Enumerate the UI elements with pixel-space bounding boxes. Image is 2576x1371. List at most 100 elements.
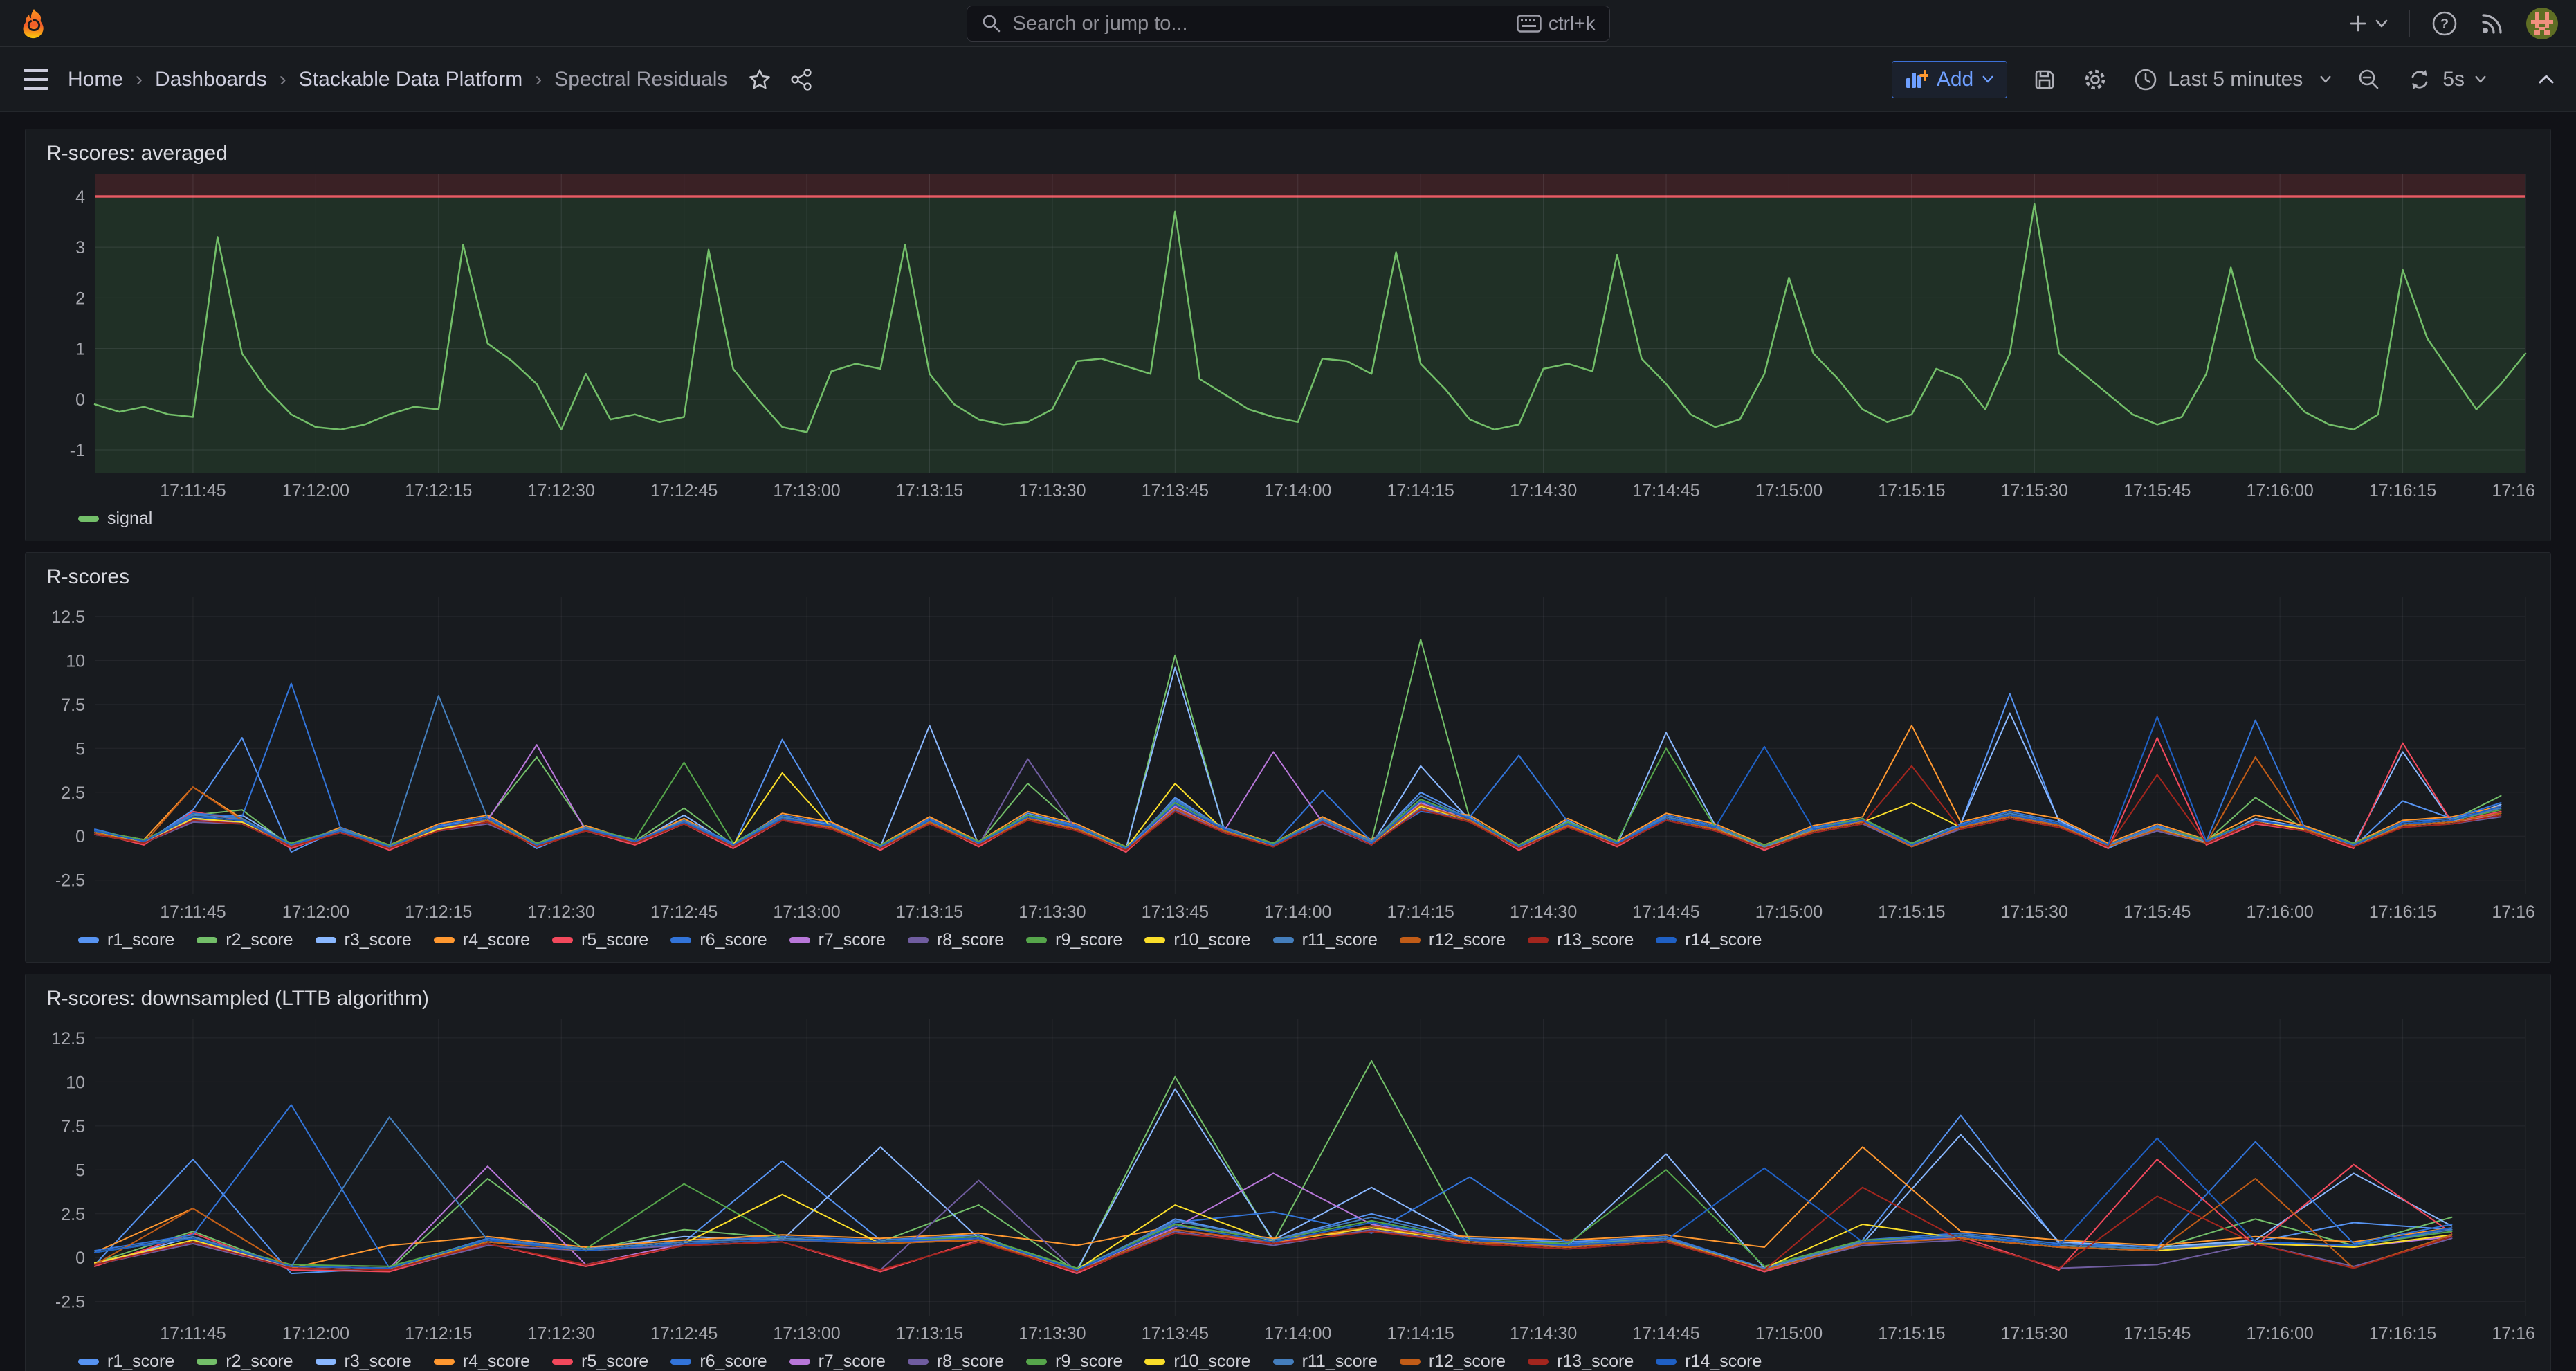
- dashboard-grid: R-scores: averaged 17:11:4517:12:0017:12…: [0, 112, 2576, 1371]
- breadcrumb-home[interactable]: Home: [68, 68, 123, 91]
- svg-text:17:14:00: 17:14:00: [1264, 481, 1331, 500]
- legend-item[interactable]: r1_score: [78, 930, 174, 950]
- svg-text:17:13:45: 17:13:45: [1142, 902, 1209, 922]
- legend-series-label: r12_score: [1429, 1352, 1506, 1371]
- search-input[interactable]: [1013, 12, 1506, 35]
- svg-text:17:13:15: 17:13:15: [896, 1324, 963, 1343]
- favorite-button[interactable]: [748, 68, 771, 91]
- legend-series-color: [434, 1359, 455, 1365]
- chevron-up-icon: [2537, 73, 2555, 86]
- gear-icon: [2082, 66, 2108, 93]
- legend-series-color: [1400, 937, 1421, 943]
- svg-text:17:14:45: 17:14:45: [1632, 481, 1699, 500]
- star-icon: [748, 68, 771, 91]
- legend-item[interactable]: r13_score: [1528, 930, 1634, 950]
- legend-item[interactable]: r2_score: [197, 930, 293, 950]
- legend-item[interactable]: r10_score: [1144, 1352, 1250, 1371]
- legend-item[interactable]: r7_score: [789, 1352, 886, 1371]
- timeseries-chart-averaged[interactable]: 17:11:4517:12:0017:12:1517:12:3017:12:45…: [39, 167, 2537, 503]
- legend-item[interactable]: r6_score: [670, 930, 767, 950]
- legend-item[interactable]: r10_score: [1144, 930, 1250, 950]
- panel-rscores: R-scores 17:11:4517:12:0017:12:1517:12:3…: [25, 552, 2551, 963]
- legend-item[interactable]: r3_score: [316, 1352, 412, 1371]
- legend-item[interactable]: r1_score: [78, 1352, 174, 1371]
- legend-item[interactable]: r8_score: [908, 1352, 1004, 1371]
- legend-series-label: r11_score: [1302, 930, 1378, 950]
- legend-item[interactable]: r7_score: [789, 930, 886, 950]
- svg-text:12.5: 12.5: [51, 1029, 85, 1048]
- legend-item[interactable]: r8_score: [908, 930, 1004, 950]
- panel-title[interactable]: R-scores: averaged: [46, 142, 2537, 165]
- legend-item[interactable]: r9_score: [1026, 1352, 1122, 1371]
- svg-text:17:15:00: 17:15:00: [1755, 481, 1823, 500]
- svg-text:17:16:00: 17:16:00: [2246, 481, 2313, 500]
- svg-text:17:12:15: 17:12:15: [405, 1324, 472, 1343]
- legend-series-color: [197, 937, 217, 943]
- breadcrumb-folder[interactable]: Stackable Data Platform: [299, 68, 522, 91]
- chevron-down-icon: [2474, 75, 2487, 84]
- legend-item[interactable]: r3_score: [316, 930, 412, 950]
- legend-series-color: [1400, 1359, 1421, 1365]
- time-range-picker[interactable]: Last 5 minutes: [2133, 67, 2332, 92]
- help-icon: ?: [2431, 10, 2458, 37]
- news-button[interactable]: [2479, 10, 2505, 37]
- mega-menu-toggle[interactable]: [21, 66, 51, 93]
- chevron-down-icon: [2319, 75, 2332, 84]
- legend-item[interactable]: r11_score: [1273, 930, 1378, 950]
- search-shortcut: ctrl+k: [1517, 12, 1596, 35]
- legend-item[interactable]: r4_score: [434, 1352, 530, 1371]
- legend-item[interactable]: r12_score: [1400, 1352, 1506, 1371]
- legend-item[interactable]: r5_score: [552, 1352, 648, 1371]
- svg-text:17:12:30: 17:12:30: [528, 1324, 595, 1343]
- legend-item[interactable]: r14_score: [1656, 1352, 1762, 1371]
- global-search[interactable]: ctrl+k: [967, 6, 1610, 42]
- add-panel-button[interactable]: Add: [1892, 61, 2007, 98]
- breadcrumb-separator: ›: [535, 68, 542, 91]
- svg-text:17:14:45: 17:14:45: [1632, 902, 1699, 922]
- timeseries-chart-rscores[interactable]: 17:11:4517:12:0017:12:1517:12:3017:12:45…: [39, 590, 2537, 925]
- svg-text:17:13:45: 17:13:45: [1142, 1324, 1209, 1343]
- share-button[interactable]: [789, 68, 813, 91]
- save-dashboard-button[interactable]: [2032, 67, 2057, 92]
- legend-series-color: [908, 1359, 929, 1365]
- breadcrumb-dashboards[interactable]: Dashboards: [155, 68, 267, 91]
- legend-series-color: [1528, 1359, 1549, 1365]
- legend-series-color: [1528, 937, 1549, 943]
- breadcrumb-current-dashboard: Spectral Residuals: [554, 68, 727, 91]
- svg-text:17:12:30: 17:12:30: [528, 481, 595, 500]
- timeseries-chart-downsampled[interactable]: 17:11:4517:12:0017:12:1517:12:3017:12:45…: [39, 1012, 2537, 1346]
- legend-item[interactable]: r6_score: [670, 1352, 767, 1371]
- legend-series-color: [552, 937, 573, 943]
- refresh-button[interactable]: 5s: [2406, 66, 2487, 93]
- legend-item[interactable]: r12_score: [1400, 930, 1506, 950]
- new-menu-button[interactable]: [2347, 12, 2388, 35]
- legend-item[interactable]: r9_score: [1026, 930, 1122, 950]
- svg-text:17:13:15: 17:13:15: [896, 481, 963, 500]
- svg-text:17:13:30: 17:13:30: [1018, 902, 1086, 922]
- collapse-toolbar-button[interactable]: [2537, 73, 2555, 86]
- grafana-logo[interactable]: [18, 8, 50, 39]
- svg-text:17:13:00: 17:13:00: [773, 902, 840, 922]
- svg-text:17:12:00: 17:12:00: [282, 481, 349, 500]
- svg-text:0: 0: [75, 827, 85, 846]
- legend-item[interactable]: r2_score: [197, 1352, 293, 1371]
- grafana-flame-icon: [18, 8, 50, 39]
- help-button[interactable]: ?: [2431, 10, 2458, 37]
- svg-text:1: 1: [75, 340, 85, 359]
- legend-item[interactable]: r4_score: [434, 930, 530, 950]
- user-avatar[interactable]: [2526, 8, 2558, 39]
- dashboard-settings-button[interactable]: [2082, 66, 2108, 93]
- svg-text:10: 10: [66, 1073, 85, 1092]
- legend-item[interactable]: signal: [78, 509, 152, 529]
- legend-item[interactable]: r11_score: [1273, 1352, 1378, 1371]
- legend-item[interactable]: r13_score: [1528, 1352, 1634, 1371]
- add-button-label: Add: [1937, 68, 1973, 91]
- panel-title[interactable]: R-scores: downsampled (LTTB algorithm): [46, 987, 2537, 1010]
- svg-text:17:14:45: 17:14:45: [1632, 1324, 1699, 1343]
- svg-text:17:12:45: 17:12:45: [650, 1324, 718, 1343]
- legend-item[interactable]: r14_score: [1656, 930, 1762, 950]
- zoom-out-time-button[interactable]: [2357, 67, 2382, 92]
- refresh-interval-label: 5s: [2442, 68, 2465, 91]
- legend-item[interactable]: r5_score: [552, 930, 648, 950]
- panel-title[interactable]: R-scores: [46, 565, 2537, 589]
